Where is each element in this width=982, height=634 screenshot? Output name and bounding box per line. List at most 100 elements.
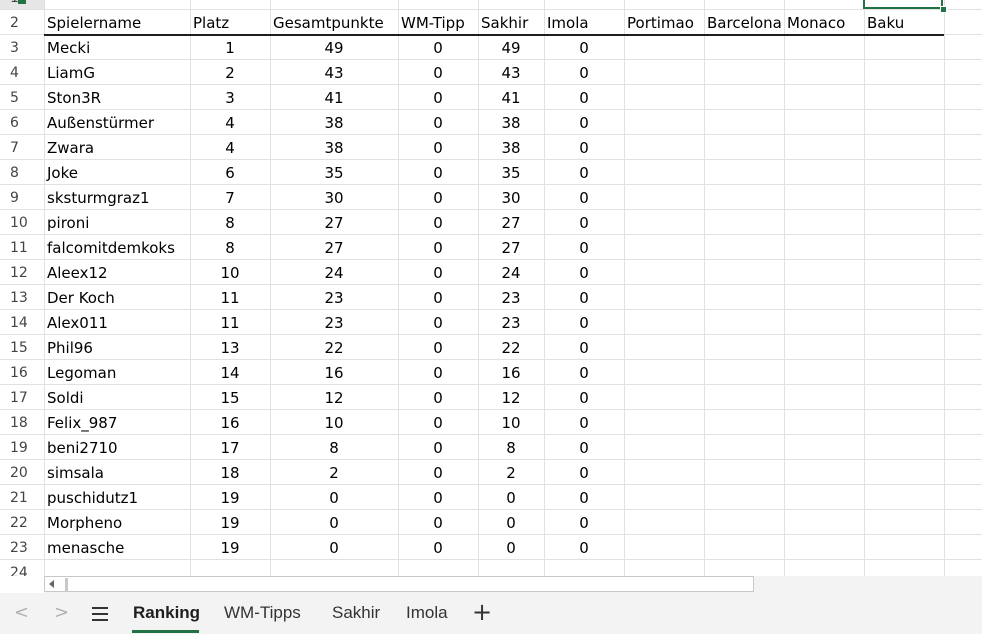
column-header-cell[interactable]: Baku (864, 11, 944, 36)
score-cell[interactable]: 0 (544, 61, 624, 86)
player-name-cell[interactable]: menasche (44, 536, 190, 561)
score-cell[interactable]: 0 (398, 361, 478, 386)
score-cell[interactable]: 0 (398, 36, 478, 61)
column-header-cell[interactable]: Monaco (784, 11, 864, 36)
score-cell[interactable]: 35 (478, 161, 544, 186)
row-number[interactable]: 9 (0, 186, 44, 211)
score-cell[interactable]: 2 (478, 461, 544, 486)
row-number[interactable]: 19 (0, 436, 44, 461)
score-cell[interactable]: 0 (398, 336, 478, 361)
selected-cell[interactable] (863, 0, 943, 9)
player-name-cell[interactable]: falcomitdemkoks (44, 236, 190, 261)
score-cell[interactable]: 7 (190, 186, 270, 211)
row-number[interactable]: 4 (0, 61, 44, 86)
score-cell[interactable]: 49 (478, 36, 544, 61)
tab-imola[interactable]: Imola (406, 603, 448, 623)
score-cell[interactable]: 23 (270, 311, 398, 336)
player-name-cell[interactable]: pironi (44, 211, 190, 236)
player-name-cell[interactable]: Felix_987 (44, 411, 190, 436)
row-number[interactable]: 15 (0, 336, 44, 361)
row-number[interactable]: 21 (0, 486, 44, 511)
score-cell[interactable]: 4 (190, 111, 270, 136)
score-cell[interactable]: 35 (270, 161, 398, 186)
score-cell[interactable]: 4 (190, 136, 270, 161)
row-number[interactable]: 7 (0, 136, 44, 161)
tab-sakhir[interactable]: Sakhir (332, 603, 380, 623)
column-header-cell[interactable]: Spielername (44, 11, 190, 36)
score-cell[interactable]: 27 (478, 211, 544, 236)
score-cell[interactable]: 10 (478, 411, 544, 436)
player-name-cell[interactable]: Außenstürmer (44, 111, 190, 136)
player-name-cell[interactable]: Ston3R (44, 86, 190, 111)
row-number[interactable]: 17 (0, 386, 44, 411)
score-cell[interactable]: 0 (270, 486, 398, 511)
score-cell[interactable]: 0 (398, 236, 478, 261)
score-cell[interactable]: 43 (478, 61, 544, 86)
score-cell[interactable]: 23 (270, 286, 398, 311)
player-name-cell[interactable]: Zwara (44, 136, 190, 161)
score-cell[interactable]: 0 (398, 186, 478, 211)
score-cell[interactable]: 38 (270, 136, 398, 161)
score-cell[interactable]: 43 (270, 61, 398, 86)
row-number[interactable]: 2 (0, 11, 44, 36)
score-cell[interactable]: 0 (544, 161, 624, 186)
player-name-cell[interactable]: simsala (44, 461, 190, 486)
score-cell[interactable]: 0 (544, 136, 624, 161)
score-cell[interactable]: 0 (544, 111, 624, 136)
score-cell[interactable]: 0 (270, 536, 398, 561)
score-cell[interactable]: 0 (398, 286, 478, 311)
score-cell[interactable]: 0 (544, 36, 624, 61)
player-name-cell[interactable]: Soldi (44, 386, 190, 411)
score-cell[interactable]: 0 (398, 111, 478, 136)
player-name-cell[interactable]: LiamG (44, 61, 190, 86)
row-number[interactable]: 16 (0, 361, 44, 386)
score-cell[interactable]: 3 (190, 86, 270, 111)
score-cell[interactable]: 0 (544, 386, 624, 411)
row-number[interactable]: 13 (0, 286, 44, 311)
score-cell[interactable]: 10 (270, 411, 398, 436)
score-cell[interactable]: 0 (544, 361, 624, 386)
score-cell[interactable]: 41 (270, 86, 398, 111)
score-cell[interactable]: 0 (398, 261, 478, 286)
player-name-cell[interactable]: Der Koch (44, 286, 190, 311)
score-cell[interactable]: 0 (398, 61, 478, 86)
row-number[interactable]: 24 (0, 561, 44, 576)
scroll-left-arrow-icon[interactable] (49, 580, 54, 588)
score-cell[interactable]: 30 (478, 186, 544, 211)
row-number[interactable]: 12 (0, 261, 44, 286)
score-cell[interactable]: 22 (478, 336, 544, 361)
row-number[interactable]: 18 (0, 411, 44, 436)
score-cell[interactable]: 0 (398, 536, 478, 561)
tab-ranking[interactable]: Ranking (133, 603, 200, 623)
score-cell[interactable]: 8 (190, 211, 270, 236)
score-cell[interactable]: 23 (478, 311, 544, 336)
score-cell[interactable]: 19 (190, 511, 270, 536)
score-cell[interactable]: 0 (398, 411, 478, 436)
score-cell[interactable]: 27 (270, 211, 398, 236)
column-header-cell[interactable]: Barcelona (704, 11, 784, 36)
player-name-cell[interactable]: sksturmgraz1 (44, 186, 190, 211)
score-cell[interactable]: 38 (478, 111, 544, 136)
score-cell[interactable]: 49 (270, 36, 398, 61)
score-cell[interactable]: 0 (398, 511, 478, 536)
player-name-cell[interactable]: Morpheno (44, 511, 190, 536)
row-number[interactable]: 23 (0, 536, 44, 561)
score-cell[interactable]: 0 (270, 511, 398, 536)
score-cell[interactable]: 0 (544, 336, 624, 361)
score-cell[interactable]: 24 (270, 261, 398, 286)
score-cell[interactable]: 0 (398, 136, 478, 161)
spreadsheet-grid[interactable]: 123456789101112131415161718192021222324S… (0, 0, 982, 576)
score-cell[interactable]: 0 (544, 86, 624, 111)
score-cell[interactable]: 0 (544, 211, 624, 236)
score-cell[interactable]: 16 (478, 361, 544, 386)
player-name-cell[interactable]: Aleex12 (44, 261, 190, 286)
player-name-cell[interactable]: puschidutz1 (44, 486, 190, 511)
score-cell[interactable]: 0 (478, 511, 544, 536)
player-name-cell[interactable]: Joke (44, 161, 190, 186)
score-cell[interactable]: 2 (270, 461, 398, 486)
score-cell[interactable]: 12 (270, 386, 398, 411)
player-name-cell[interactable]: Alex011 (44, 311, 190, 336)
score-cell[interactable]: 6 (190, 161, 270, 186)
player-name-cell[interactable]: Mecki (44, 36, 190, 61)
score-cell[interactable]: 0 (398, 161, 478, 186)
